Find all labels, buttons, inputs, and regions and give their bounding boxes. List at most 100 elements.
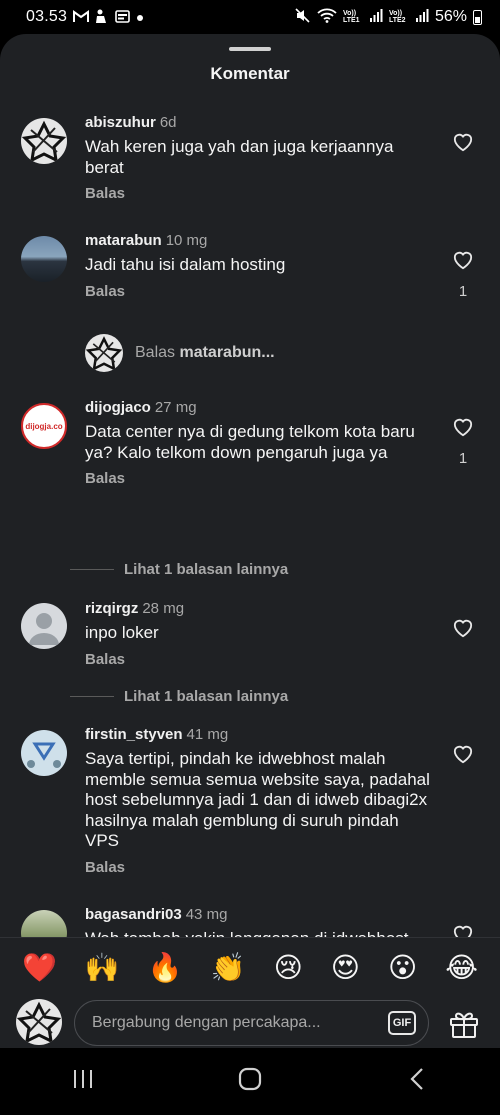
reply-prompt-text: Balas matarabun... xyxy=(135,344,275,362)
reply-prompt-user: matarabun... xyxy=(179,344,275,361)
reply-button[interactable]: Balas xyxy=(85,283,430,300)
emoji-clapping[interactable]: 👏 xyxy=(211,953,246,982)
comment-username[interactable]: dijogjaco xyxy=(85,399,151,416)
divider xyxy=(70,695,114,697)
emoji-red-heart[interactable]: ❤️ xyxy=(22,953,57,982)
avatar[interactable] xyxy=(21,236,67,282)
battery-icon xyxy=(473,9,482,25)
recent-apps-button[interactable] xyxy=(53,1062,113,1102)
avatar xyxy=(85,334,123,372)
comment-text: Wah keren juga yah dan juga kerjaannya b… xyxy=(85,137,394,177)
comment-time: 6d xyxy=(159,114,177,131)
back-button[interactable] xyxy=(387,1062,447,1102)
like-button[interactable]: 1 xyxy=(450,250,476,300)
emoji-raising-hands[interactable]: 🙌 xyxy=(85,953,120,982)
comment-composer: Bergabung dengan percakapa... GIF xyxy=(0,997,500,1048)
comment-username[interactable]: matarabun xyxy=(85,232,162,249)
comment-username[interactable]: firstin_styven xyxy=(85,726,183,743)
reply-prompt-prefix: Balas xyxy=(135,344,180,361)
emoji-fire[interactable]: 🔥 xyxy=(148,953,183,982)
volte2-icon: Vo)) LTE2 xyxy=(388,10,406,24)
emoji-heart-eyes[interactable]: 😍 xyxy=(331,953,360,982)
view-more-replies-label: Lihat 1 balasan lainnya xyxy=(124,687,289,705)
wifi-icon xyxy=(317,8,337,26)
like-count: 1 xyxy=(458,283,468,300)
comment-username[interactable]: bagasandri03 xyxy=(85,906,182,923)
sheet-title: Komentar xyxy=(210,64,290,83)
signal2-icon xyxy=(415,9,429,25)
battery-percent: 56% xyxy=(434,8,467,25)
comment-text: Data center nya di gedung telkom kota ba… xyxy=(85,422,415,462)
comment-header: matarabun 10 mg xyxy=(85,232,430,249)
comment-input-placeholder: Bergabung dengan percakapa... xyxy=(92,1014,321,1031)
recents-icon xyxy=(72,1069,94,1094)
like-count: 1 xyxy=(458,450,468,467)
heart-icon xyxy=(452,251,474,274)
comment-input[interactable]: Bergabung dengan percakapa... GIF xyxy=(74,1000,429,1046)
comment-text: inpo loker xyxy=(85,623,159,642)
dot-icon xyxy=(136,10,144,24)
comment-time: 28 mg xyxy=(142,600,185,617)
like-button[interactable] xyxy=(450,744,476,769)
view-more-replies-label: Lihat 1 balasan lainnya xyxy=(124,560,289,578)
comment-time: 10 mg xyxy=(165,232,208,249)
gift-icon[interactable] xyxy=(449,1010,479,1043)
shopee-icon xyxy=(95,9,109,26)
heart-icon xyxy=(452,619,474,642)
system-nav-bar xyxy=(0,1048,500,1115)
comment-time: 41 mg xyxy=(186,726,229,743)
notification-icon xyxy=(115,9,130,25)
comment-header: rizqirgz 28 mg xyxy=(85,600,430,617)
gif-button[interactable]: GIF xyxy=(388,1011,416,1035)
reply-button[interactable]: Balas xyxy=(85,651,430,668)
comments-list[interactable]: abiszuhur 6d Wah keren juga yah dan juga … xyxy=(0,114,500,937)
reply-prompt[interactable]: Balas matarabun... xyxy=(85,334,275,372)
avatar[interactable] xyxy=(21,118,67,164)
my-avatar xyxy=(16,999,62,1045)
reply-button[interactable]: Balas xyxy=(85,859,430,876)
comment-time: 43 mg xyxy=(185,906,228,923)
drag-handle[interactable] xyxy=(229,47,271,51)
reply-button[interactable]: Balas xyxy=(85,185,430,202)
signal1-icon xyxy=(369,9,383,25)
reply-button[interactable]: Balas xyxy=(85,470,430,487)
emoji-bar: ❤️ 🙌 🔥 👏 😢 😍 😮 😂 xyxy=(0,937,500,997)
like-button[interactable]: 1 xyxy=(450,417,476,467)
like-button[interactable] xyxy=(450,132,476,157)
avatar[interactable] xyxy=(21,730,67,776)
avatar-logo-text: dijogja.co xyxy=(25,421,63,431)
comment-header: dijogjaco 27 mg xyxy=(85,399,430,416)
divider xyxy=(70,568,114,570)
status-time: 03.53 xyxy=(26,8,68,25)
comment-header: bagasandri03 43 mg xyxy=(85,906,430,923)
comment-header: abiszuhur 6d xyxy=(85,114,430,131)
comment-text: Saya tertipi, pindah ke idwebhost malah … xyxy=(85,749,430,850)
comment-text: Wah tambah yakin langganan di idwebhost,… xyxy=(85,929,430,937)
avatar[interactable] xyxy=(21,603,67,649)
comment-username[interactable]: rizqirgz xyxy=(85,600,138,617)
heart-icon xyxy=(452,745,474,768)
like-button[interactable] xyxy=(450,618,476,643)
avatar[interactable]: dijogja.co xyxy=(21,403,67,449)
heart-icon xyxy=(452,418,474,441)
home-icon xyxy=(238,1067,262,1096)
volte1-icon: Vo)) LTE1 xyxy=(342,10,360,24)
comment-username[interactable]: abiszuhur xyxy=(85,114,156,131)
comment-header: firstin_styven 41 mg xyxy=(85,726,430,743)
gmail-icon xyxy=(73,9,90,25)
emoji-surprised[interactable]: 😮 xyxy=(388,953,417,982)
status-bar: 03.53 Vo)) LTE1 Vo)) LTE2 56% xyxy=(0,0,500,34)
comment-text: Jadi tahu isi dalam hosting xyxy=(85,255,286,274)
view-more-replies[interactable]: Lihat 1 balasan lainnya xyxy=(70,686,288,706)
view-more-replies[interactable]: Lihat 1 balasan lainnya xyxy=(70,559,288,579)
back-icon xyxy=(409,1067,425,1096)
like-button[interactable] xyxy=(450,924,476,937)
comment-time: 27 mg xyxy=(154,399,197,416)
emoji-crying[interactable]: 😢 xyxy=(274,953,303,982)
emoji-laughing[interactable]: 😂 xyxy=(445,953,478,982)
comments-sheet: Komentar abiszuhur 6d Wah keren juga yah … xyxy=(0,34,500,1048)
heart-icon xyxy=(452,133,474,156)
mute-icon xyxy=(295,8,311,26)
home-button[interactable] xyxy=(220,1062,280,1102)
avatar[interactable] xyxy=(21,910,67,937)
